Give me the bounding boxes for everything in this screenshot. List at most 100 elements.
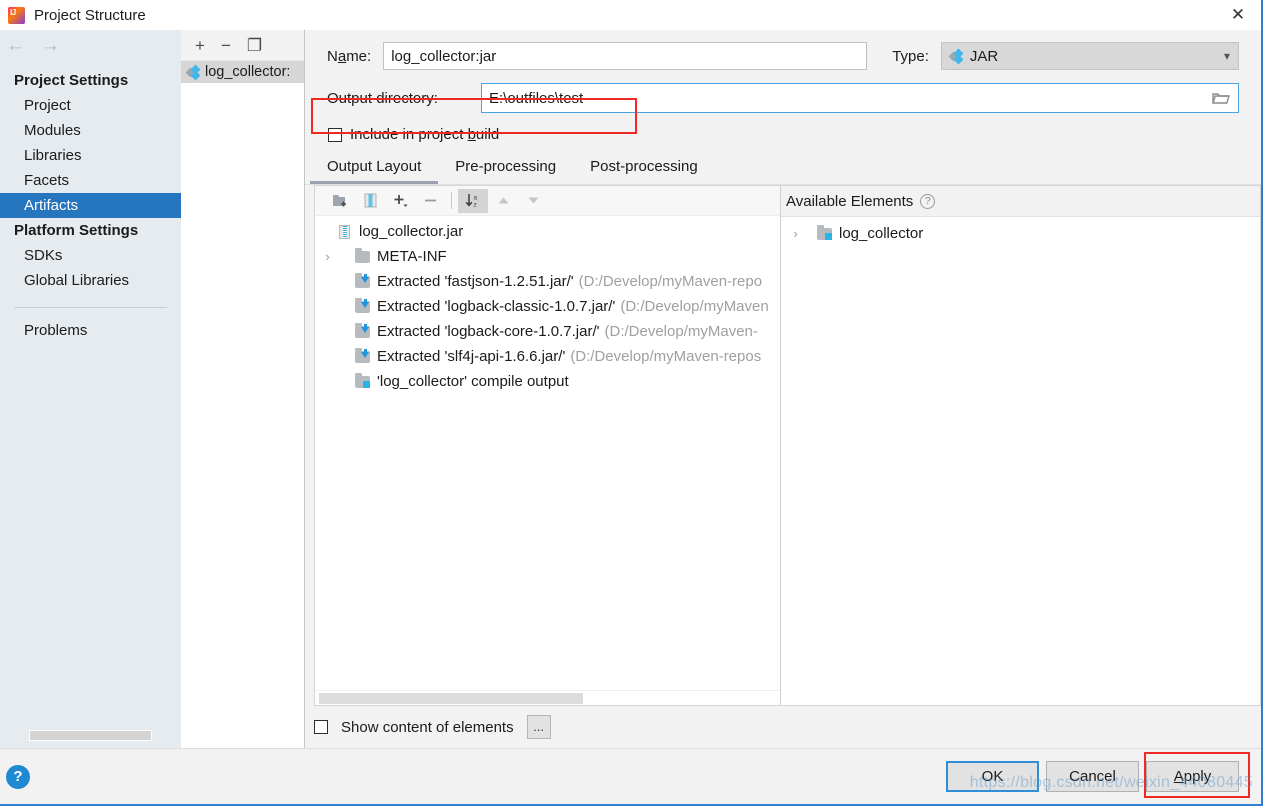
tree-row-label: Extracted 'fastjson-1.2.51.jar/' [377, 273, 574, 290]
extracted-folder-icon [354, 274, 372, 289]
compile-output-icon [354, 374, 372, 389]
more-options-button[interactable]: ... [527, 715, 551, 739]
window-title: Project Structure [34, 7, 146, 24]
remove-artifact-button[interactable]: − [221, 37, 231, 54]
add-copy-of-icon[interactable] [385, 189, 415, 213]
extracted-folder-icon [354, 299, 372, 314]
artifact-form: Name: Type: JAR ▾ Output directory: E:\o… [305, 30, 1261, 143]
move-up-icon[interactable] [488, 189, 518, 213]
tree-row-path: (D:/Develop/myMaven [620, 298, 768, 315]
move-down-icon[interactable] [518, 189, 548, 213]
tree-row[interactable]: › META-INF [315, 244, 780, 269]
create-archive-icon[interactable] [355, 189, 385, 213]
artifacts-list-pane: + − ❐ log_collector: [181, 30, 305, 748]
sidebar-group-platform-settings: Platform Settings [0, 218, 181, 243]
show-content-of-elements-checkbox[interactable] [314, 720, 328, 734]
include-in-project-build-checkbox[interactable] [328, 128, 342, 142]
sidebar-item-global-libraries[interactable]: Global Libraries [0, 268, 181, 293]
tree-row-label: 'log_collector' compile output [377, 373, 569, 390]
artifacts-toolbar: + − ❐ [181, 30, 304, 61]
tree-twisty-icon[interactable]: › [787, 226, 804, 241]
help-icon[interactable]: ? [6, 765, 30, 789]
tree-row-label: Extracted 'logback-core-1.0.7.jar/' [377, 323, 600, 340]
tree-row-label: log_collector.jar [359, 223, 463, 240]
extracted-folder-icon [354, 324, 372, 339]
tree-row[interactable]: 'log_collector' compile output [315, 369, 780, 394]
tree-row-label: log_collector [839, 225, 923, 242]
project-structure-dialog: Project Structure ✕ ← → Project Settings… [0, 0, 1263, 806]
sidebar-item-modules[interactable]: Modules [0, 118, 181, 143]
sidebar-item-problems[interactable]: Problems [0, 318, 181, 343]
sidebar-item-libraries[interactable]: Libraries [0, 143, 181, 168]
tree-row-path: (D:/Develop/myMaven-repo [579, 273, 762, 290]
title-bar: Project Structure ✕ [0, 0, 1261, 30]
artifact-editor-panel: Name: Type: JAR ▾ Output directory: E:\o… [305, 30, 1261, 748]
sidebar-item-artifacts[interactable]: Artifacts [0, 193, 181, 218]
artifact-name-input[interactable] [383, 42, 867, 70]
tab-pre-processing[interactable]: Pre-processing [438, 154, 573, 184]
tree-row[interactable]: Extracted 'logback-classic-1.0.7.jar/' (… [315, 294, 780, 319]
sidebar-item-project[interactable]: Project [0, 93, 181, 118]
show-content-of-elements-label: Show content of elements [341, 719, 514, 736]
forward-arrow-icon[interactable]: → [41, 36, 60, 55]
close-icon[interactable]: ✕ [1215, 0, 1261, 30]
artifact-diamond-icon [950, 50, 963, 63]
copy-artifact-button[interactable]: ❐ [247, 37, 262, 54]
tree-row[interactable]: Extracted 'slf4j-api-1.6.6.jar/' (D:/Dev… [315, 344, 780, 369]
remove-icon[interactable] [415, 189, 445, 213]
chevron-down-icon: ▾ [1224, 49, 1230, 63]
folder-icon [354, 249, 372, 264]
include-in-project-build-row[interactable]: Include in project build [328, 126, 1239, 143]
sidebar-item-facets[interactable]: Facets [0, 168, 181, 193]
artifact-list-item[interactable]: log_collector: [181, 61, 304, 83]
apply-button[interactable]: Apply [1146, 761, 1239, 792]
cancel-button[interactable]: Cancel [1046, 761, 1139, 792]
tree-row-path: (D:/Develop/myMaven-repos [570, 348, 761, 365]
artifact-type-value: JAR [970, 48, 998, 65]
sidebar-group-project-settings: Project Settings [0, 68, 181, 93]
tab-post-processing[interactable]: Post-processing [573, 154, 715, 184]
available-elements-pane: Available Elements ? › log_collector [780, 185, 1261, 706]
create-directory-icon[interactable] [325, 189, 355, 213]
folder-open-icon[interactable] [1210, 89, 1232, 108]
tree-row[interactable]: Extracted 'fastjson-1.2.51.jar/' (D:/Dev… [315, 269, 780, 294]
tree-row-label: Extracted 'slf4j-api-1.6.6.jar/' [377, 348, 565, 365]
tree-twisty-icon[interactable]: › [319, 249, 336, 264]
type-label: Type: [892, 48, 929, 65]
add-artifact-button[interactable]: + [195, 37, 205, 54]
tree-horizontal-scrollbar[interactable] [315, 690, 780, 705]
help-icon[interactable]: ? [920, 194, 935, 209]
svg-text:z: z [473, 201, 476, 208]
layout-panes: a z [305, 185, 1261, 706]
artifact-type-dropdown[interactable]: JAR ▾ [941, 42, 1239, 70]
tree-row[interactable]: › log_collector [781, 221, 1260, 246]
settings-sidebar: ← → Project Settings Project Modules Lib… [0, 30, 181, 748]
extracted-folder-icon [354, 349, 372, 364]
output-layout-toolbar: a z [315, 186, 780, 216]
name-label: Name: [327, 48, 371, 65]
editor-bottom-strip: Show content of elements ... [305, 706, 1261, 748]
dialog-buttons: OK Cancel Apply [946, 761, 1239, 792]
artifact-diamond-icon [187, 66, 200, 79]
available-elements-tree: › log_collector [781, 216, 1260, 705]
sort-alphabetically-icon[interactable]: a z [458, 189, 488, 213]
output-layout-tree-pane: a z [314, 185, 780, 706]
svg-text:a: a [473, 194, 477, 201]
output-directory-input[interactable]: E:\outfiles\test [481, 83, 1239, 113]
tab-output-layout[interactable]: Output Layout [310, 154, 438, 184]
dialog-footer: ? OK Cancel Apply [0, 748, 1261, 804]
back-arrow-icon[interactable]: ← [6, 36, 25, 55]
dialog-body: ← → Project Settings Project Modules Lib… [0, 30, 1261, 748]
sidebar-horizontal-scrollbar[interactable] [29, 730, 152, 741]
tree-scrollbar-thumb[interactable] [319, 693, 583, 704]
tree-row[interactable]: Extracted 'logback-core-1.0.7.jar/' (D:/… [315, 319, 780, 344]
ok-button[interactable]: OK [946, 761, 1039, 792]
name-row: Name: Type: JAR ▾ [327, 42, 1239, 70]
nav-arrows: ← → [0, 30, 181, 61]
editor-tabs: Output Layout Pre-processing Post-proces… [310, 154, 1261, 184]
tree-row-path: (D:/Develop/myMaven- [605, 323, 758, 340]
tree-row[interactable]: log_collector.jar [315, 219, 780, 244]
include-in-project-build-label: Include in project build [350, 126, 499, 143]
sidebar-item-sdks[interactable]: SDKs [0, 243, 181, 268]
sidebar-list: Project Settings Project Modules Librari… [0, 61, 181, 343]
